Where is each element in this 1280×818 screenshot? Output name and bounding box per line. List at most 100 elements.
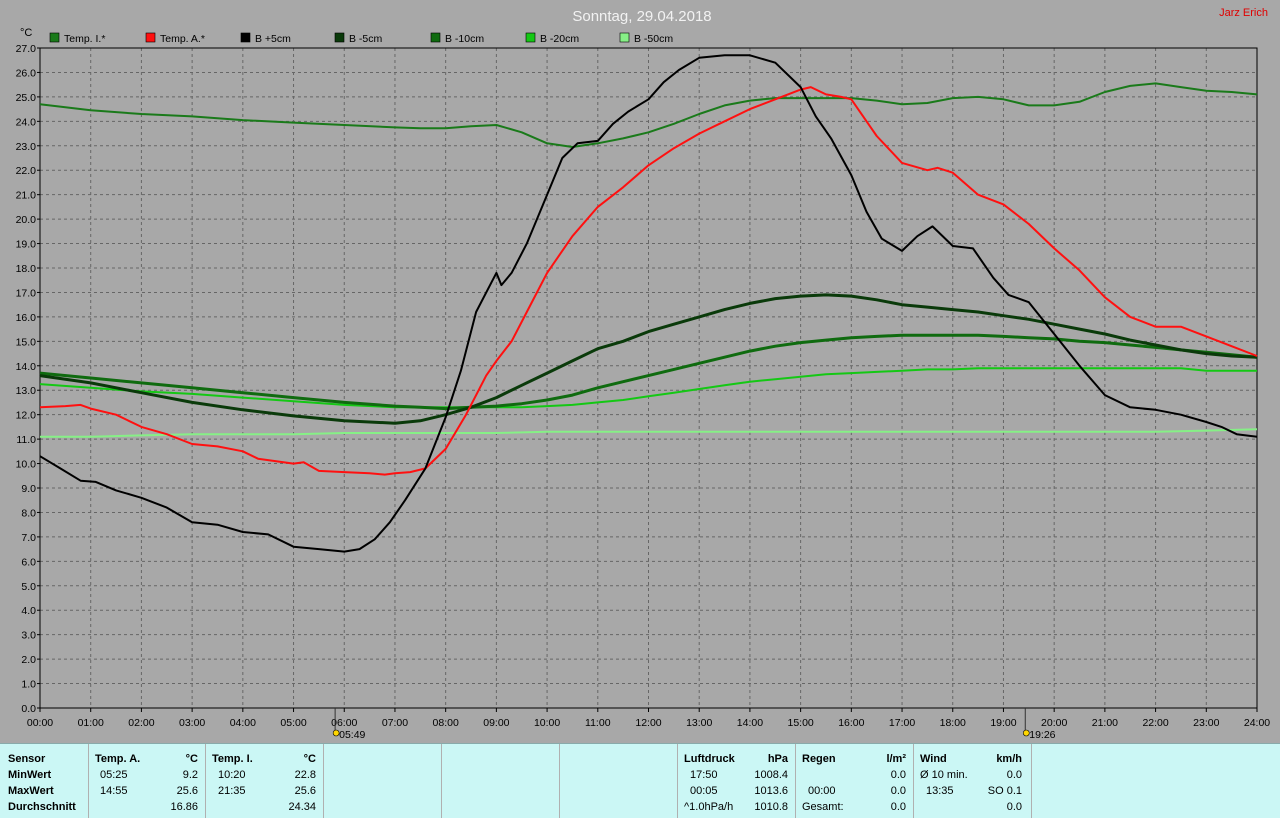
y-tick-label: 10.0 — [16, 459, 37, 471]
wind-max-time: 13:35 — [926, 785, 954, 797]
pressure-trend-label: ^1.0hPa/h — [684, 801, 734, 813]
x-tick-label: 19:00 — [990, 717, 1016, 729]
y-tick-label: 8.0 — [21, 507, 36, 519]
legend-label: B +5cm — [255, 33, 291, 45]
sunset-time-label: 19:26 — [1029, 729, 1055, 741]
author-label: Jarz Erich — [1219, 7, 1268, 19]
x-tick-label: 10:00 — [534, 717, 560, 729]
temp-a-max-time: 14:55 — [100, 785, 128, 797]
rain-header: Regen — [802, 753, 836, 765]
y-tick-label: 14.0 — [16, 361, 37, 373]
x-tick-label: 08:00 — [433, 717, 459, 729]
temp-i-min-value: 22.8 — [294, 769, 316, 781]
legend-label: Temp. I.* — [64, 33, 105, 45]
temp-a-header: Temp. A. — [95, 753, 141, 765]
pressure-trend-value: 1010.8 — [754, 801, 788, 813]
wind-max-value: SO 0.1 — [987, 785, 1022, 797]
y-tick-label: 5.0 — [21, 581, 36, 593]
y-tick-label: 19.0 — [16, 239, 37, 251]
wind-header: Wind — [920, 753, 947, 765]
y-tick-label: 7.0 — [21, 532, 36, 544]
y-tick-label: 27.0 — [16, 43, 37, 55]
temp-a-max-value: 25.6 — [176, 785, 198, 797]
x-tick-label: 24:00 — [1244, 717, 1270, 729]
x-tick-label: 12:00 — [635, 717, 661, 729]
pressure-min-time: 17:50 — [690, 769, 718, 781]
pressure-unit: hPa — [767, 753, 788, 765]
temp-i-max-time: 21:35 — [218, 785, 246, 797]
rain-unit: l/m² — [886, 753, 906, 765]
temp-i-max-value: 25.6 — [294, 785, 316, 797]
pressure-min-value: 1008.4 — [754, 769, 788, 781]
rain-total-label: Gesamt: — [802, 801, 844, 813]
chart-title: Sonntag, 29.04.2018 — [572, 8, 711, 25]
legend-label: B -20cm — [540, 33, 579, 45]
x-tick-label: 02:00 — [128, 717, 154, 729]
pressure-max-time: 00:05 — [690, 785, 718, 797]
rain-total-value: 0.0 — [890, 801, 906, 813]
wind-avg-label: Ø 10 min. — [920, 769, 968, 781]
x-tick-label: 23:00 — [1193, 717, 1219, 729]
x-tick-label: 04:00 — [230, 717, 256, 729]
wind-value-3: 0.0 — [1006, 801, 1022, 813]
y-tick-label: 0.0 — [21, 703, 36, 715]
legend-swatch — [145, 32, 156, 43]
x-tick-label: 22:00 — [1142, 717, 1168, 729]
minwert-label: MinWert — [8, 769, 52, 781]
y-tick-label: 1.0 — [21, 679, 36, 691]
y-tick-label: 24.0 — [16, 116, 37, 128]
x-tick-label: 16:00 — [838, 717, 864, 729]
legend-swatch — [240, 32, 251, 43]
y-axis-unit: °C — [20, 27, 32, 39]
chart: Sonntag, 29.04.2018 Jarz Erich °C Temp. … — [0, 0, 1280, 743]
temp-i-min-time: 10:20 — [218, 769, 246, 781]
y-tick-label: 12.0 — [16, 410, 37, 422]
y-tick-label: 4.0 — [21, 605, 36, 617]
rain-time-2: 00:00 — [808, 785, 836, 797]
y-tick-label: 3.0 — [21, 630, 36, 642]
y-tick-label: 6.0 — [21, 556, 36, 568]
legend-swatch — [619, 32, 630, 43]
temp-i-unit: °C — [303, 753, 316, 765]
temp-a-unit: °C — [185, 753, 198, 765]
y-tick-label: 13.0 — [16, 385, 37, 397]
statistics-panel: Sensor MinWert MaxWert Durchschnitt Temp… — [0, 743, 1280, 818]
x-tick-label: 18:00 — [940, 717, 966, 729]
temp-i-avg-value: 24.34 — [288, 801, 316, 813]
maxwert-label: MaxWert — [8, 785, 54, 797]
x-tick-label: 00:00 — [27, 717, 53, 729]
sensor-header: Sensor — [8, 753, 46, 765]
x-tick-label: 17:00 — [889, 717, 915, 729]
x-tick-label: 13:00 — [686, 717, 712, 729]
pressure-header: Luftdruck — [684, 753, 735, 765]
legend-swatch — [430, 32, 441, 43]
temp-a-min-time: 05:25 — [100, 769, 128, 781]
y-tick-label: 21.0 — [16, 190, 37, 202]
legend-label: B -5cm — [349, 33, 383, 45]
y-tick-label: 23.0 — [16, 141, 37, 153]
x-tick-label: 21:00 — [1092, 717, 1118, 729]
wind-unit: km/h — [996, 753, 1022, 765]
legend-label: B -10cm — [445, 33, 484, 45]
temp-i-header: Temp. I. — [212, 753, 253, 765]
sunrise-time-label: 05:49 — [339, 729, 365, 741]
y-tick-label: 15.0 — [16, 336, 37, 348]
y-tick-label: 17.0 — [16, 287, 37, 299]
y-tick-label: 18.0 — [16, 263, 37, 275]
x-tick-label: 15:00 — [787, 717, 813, 729]
x-tick-label: 09:00 — [483, 717, 509, 729]
pressure-max-value: 1013.6 — [754, 785, 788, 797]
x-tick-label: 11:00 — [585, 717, 611, 729]
legend-swatch — [49, 32, 60, 43]
y-tick-label: 11.0 — [16, 434, 36, 446]
x-tick-label: 07:00 — [382, 717, 408, 729]
y-tick-label: 25.0 — [16, 92, 37, 104]
y-tick-label: 16.0 — [16, 312, 37, 324]
x-tick-label: 03:00 — [179, 717, 205, 729]
x-tick-label: 01:00 — [78, 717, 104, 729]
durchschnitt-label: Durchschnitt — [8, 801, 76, 813]
legend-label: B -50cm — [634, 33, 673, 45]
legend-swatch — [525, 32, 536, 43]
y-tick-label: 20.0 — [16, 214, 37, 226]
y-tick-label: 2.0 — [21, 654, 36, 666]
